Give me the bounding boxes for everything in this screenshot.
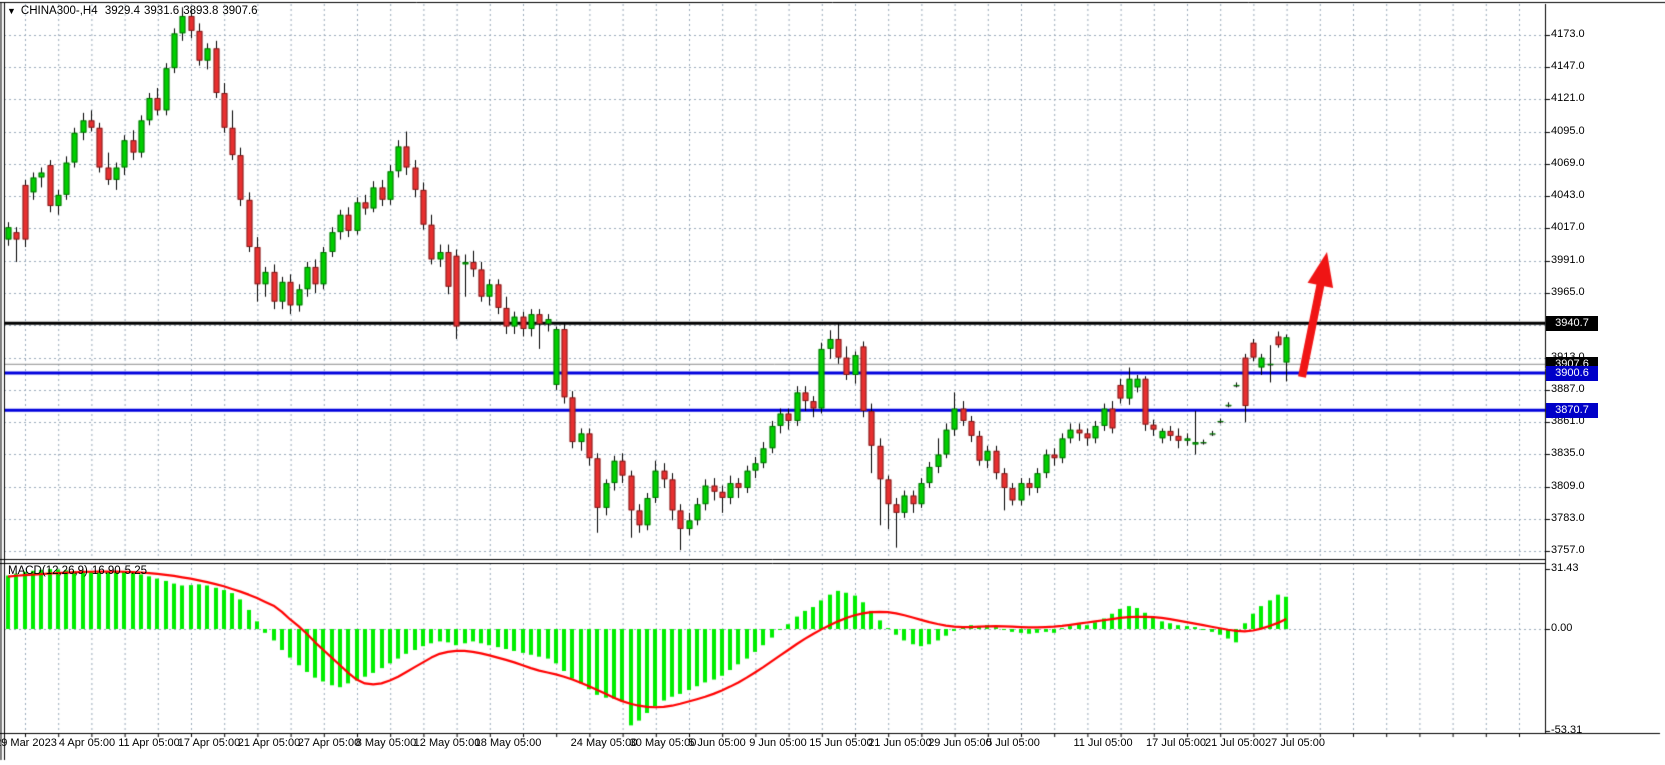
trading-chart-window: ▼ CHINA300-,H4 3929.4 3931.6 3893.8 3907.6 M… xyxy=(0,0,1665,765)
macd-tick-label: 0.00 xyxy=(1551,622,1572,634)
symbol-dropdown-icon[interactable]: ▼ xyxy=(7,6,16,16)
price-tick-label: 3835.0 xyxy=(1551,447,1585,459)
ohlc-high: 3931.6 xyxy=(144,5,179,17)
price-tick-label: 4069.0 xyxy=(1551,157,1585,169)
macd-tick-label: -53.31 xyxy=(1551,724,1582,736)
price-tick-label: 3757.0 xyxy=(1551,544,1585,556)
price-tick-label: 4017.0 xyxy=(1551,221,1585,233)
support2-price-badge: 3870.7 xyxy=(1546,403,1598,418)
price-tick-label: 3887.0 xyxy=(1551,383,1585,395)
ohlc-open: 3929.4 xyxy=(105,5,140,17)
macd-value: 16.90 xyxy=(92,565,121,577)
price-tick-label: 3783.0 xyxy=(1551,512,1585,524)
time-tick-label: 18 May 05:00 xyxy=(458,737,558,749)
price-chart-canvas[interactable] xyxy=(0,0,1665,765)
support1-price-badge: 3900.6 xyxy=(1546,366,1598,381)
price-tick-label: 4147.0 xyxy=(1551,60,1585,72)
symbol-period-label: CHINA300-,H4 xyxy=(21,5,98,17)
ohlc-close: 3907.6 xyxy=(222,5,257,17)
price-tick-label: 3965.0 xyxy=(1551,286,1585,298)
price-tick-label: 3991.0 xyxy=(1551,254,1585,266)
chart-header: ▼ CHINA300-,H4 3929.4 3931.6 3893.8 3907.6 xyxy=(7,5,262,17)
price-tick-label: 4095.0 xyxy=(1551,125,1585,137)
price-tick-label: 3809.0 xyxy=(1551,480,1585,492)
price-tick-label: 4043.0 xyxy=(1551,189,1585,201)
ohlc-low: 3893.8 xyxy=(183,5,218,17)
macd-tick-label: 31.43 xyxy=(1551,562,1579,574)
time-tick-label: 27 Jul 05:00 xyxy=(1245,737,1345,749)
resistance-price-badge: 3940.7 xyxy=(1546,316,1598,331)
time-tick-label: 5 Jul 05:00 xyxy=(963,737,1063,749)
price-tick-label: 4121.0 xyxy=(1551,92,1585,104)
price-tick-label: 4173.0 xyxy=(1551,28,1585,40)
macd-signal-value: 5.25 xyxy=(125,565,147,577)
macd-name: MACD(12,26,9) xyxy=(8,565,88,577)
macd-indicator-label: MACD(12,26,9) 16.90 5.25 xyxy=(8,565,151,577)
